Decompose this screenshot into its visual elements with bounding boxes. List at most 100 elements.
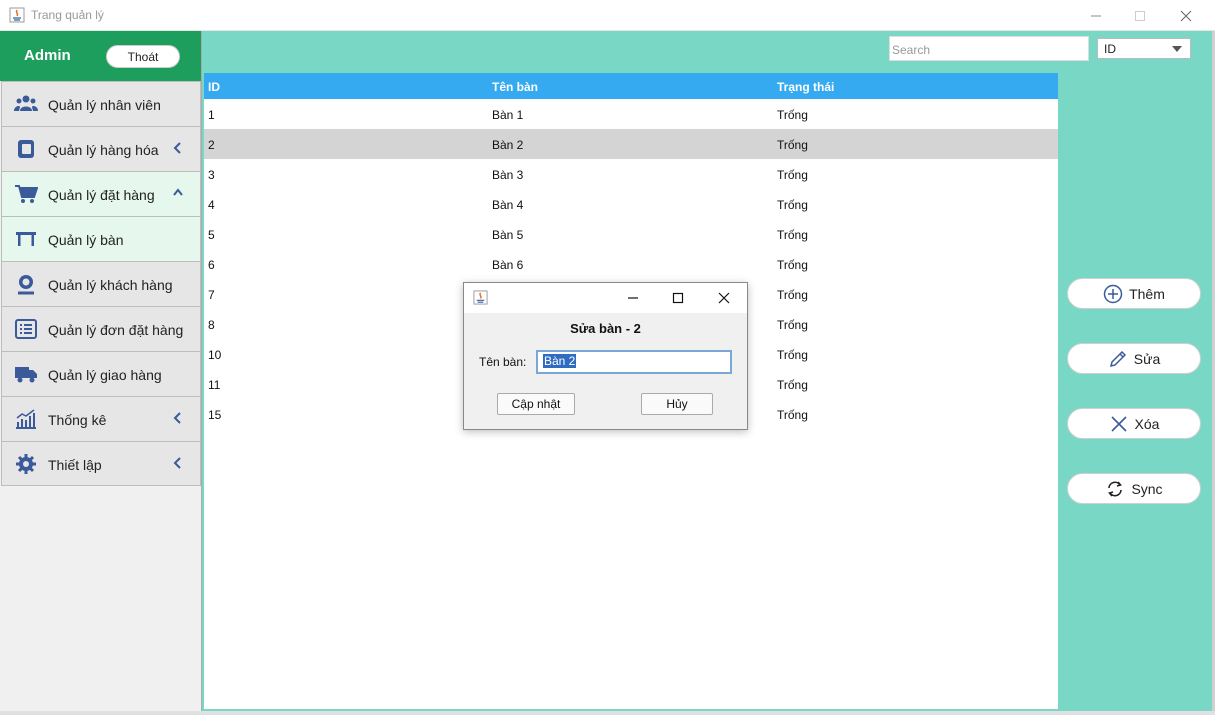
table-cell: 4 xyxy=(208,198,215,212)
maximize-button[interactable] xyxy=(1117,0,1163,31)
table-row[interactable]: 4 Bàn 4 Trống xyxy=(204,189,1058,219)
sync-button[interactable]: Sync xyxy=(1067,473,1201,504)
table-cell: Bàn 3 xyxy=(492,168,524,182)
java-app-icon xyxy=(9,7,25,23)
minimize-button[interactable] xyxy=(1073,0,1119,31)
sidebar-item-label: Quản lý bàn xyxy=(48,232,124,248)
maximize-icon xyxy=(1135,10,1145,21)
table-cell: Bàn 5 xyxy=(492,228,524,242)
sidebar: Admin Thoát Quản lý nhân viên Quản lý hà… xyxy=(0,31,202,711)
table-cell: 15 xyxy=(208,408,222,422)
table-name-input-value: Bàn 2 xyxy=(543,354,577,368)
sidebar-item-label: Thống kê xyxy=(48,412,107,428)
java-app-icon xyxy=(473,290,488,305)
maximize-icon xyxy=(672,292,684,304)
chevron-left-icon xyxy=(173,457,181,469)
table-name-input[interactable]: Bàn 2 xyxy=(536,350,732,374)
table-cell: Trống xyxy=(777,318,808,332)
filter-select-value: ID xyxy=(1104,42,1116,56)
box-icon xyxy=(18,140,34,158)
dropdown-arrow-icon xyxy=(1172,46,1182,52)
table-cell: Bàn 2 xyxy=(492,138,524,152)
dialog-minimize-button[interactable] xyxy=(610,283,656,313)
table-name-label: Tên bàn: xyxy=(479,355,527,369)
gear-icon xyxy=(16,454,36,474)
sidebar-item-order-list[interactable]: Quản lý đơn đặt hàng xyxy=(1,306,201,351)
search-input[interactable]: Search xyxy=(889,36,1089,61)
table-row[interactable]: 1 Bàn 1 Trống xyxy=(204,99,1058,129)
customer-icon xyxy=(18,275,34,295)
table-header: ID Tên bàn Trạng thái xyxy=(204,73,1058,99)
minimize-icon xyxy=(1091,15,1101,16)
sidebar-item-label: Thiết lập xyxy=(48,457,102,473)
filter-select[interactable]: ID xyxy=(1097,38,1191,59)
table-cell: 6 xyxy=(208,258,215,272)
title-bar: Trang quản lý xyxy=(0,0,1215,31)
chevron-left-icon xyxy=(173,142,181,154)
table-cell: Trống xyxy=(777,138,808,152)
column-header-name[interactable]: Tên bàn xyxy=(488,73,773,99)
dialog-maximize-button[interactable] xyxy=(655,283,701,313)
update-button[interactable]: Cập nhật xyxy=(497,393,575,415)
logout-button[interactable]: Thoát xyxy=(106,45,180,68)
sidebar-item-label: Quản lý hàng hóa xyxy=(48,142,159,158)
sidebar-header: Admin Thoát xyxy=(0,31,201,81)
users-icon xyxy=(14,95,38,111)
chevron-up-icon xyxy=(173,188,183,196)
table-cell: 10 xyxy=(208,348,222,362)
minimize-icon xyxy=(628,297,638,299)
chevron-left-icon xyxy=(173,412,181,424)
table-cell: Bàn 6 xyxy=(492,258,524,272)
edit-button[interactable]: Sửa xyxy=(1067,343,1201,374)
delete-button[interactable]: Xóa xyxy=(1067,408,1201,439)
sidebar-item-settings[interactable]: Thiết lập xyxy=(1,441,201,486)
sidebar-item-customers[interactable]: Quản lý khách hàng xyxy=(1,261,201,306)
sidebar-item-label: Quản lý giao hàng xyxy=(48,367,162,383)
sync-button-label: Sync xyxy=(1131,480,1163,497)
sidebar-item-tables[interactable]: Quản lý bàn xyxy=(1,216,201,261)
sidebar-item-employees[interactable]: Quản lý nhân viên xyxy=(1,81,201,126)
column-header-status[interactable]: Trạng thái xyxy=(773,73,1058,99)
table-cell: Trống xyxy=(777,168,808,182)
x-icon xyxy=(1110,415,1127,432)
chart-icon xyxy=(16,409,36,429)
sidebar-item-label: Quản lý khách hàng xyxy=(48,277,173,293)
user-name: Admin xyxy=(24,47,71,64)
dialog-heading: Sửa bàn - 2 xyxy=(570,321,641,336)
sidebar-item-delivery[interactable]: Quản lý giao hàng xyxy=(1,351,201,396)
table-cell: Trống xyxy=(777,408,808,422)
edit-button-label: Sửa xyxy=(1133,350,1161,367)
table-row[interactable]: 5 Bàn 5 Trống xyxy=(204,219,1058,249)
edit-table-dialog: Sửa bàn - 2 Tên bàn: Bàn 2 Cập nhật Hủy xyxy=(463,282,748,430)
table-cell: Trống xyxy=(777,198,808,212)
table-cell: 11 xyxy=(208,378,221,392)
table-row[interactable]: 3 Bàn 3 Trống xyxy=(204,159,1058,189)
add-button-label: Thêm xyxy=(1129,285,1165,302)
sidebar-item-label: Quản lý đơn đặt hàng xyxy=(48,322,184,338)
cancel-button[interactable]: Hủy xyxy=(641,393,713,415)
table-cell: Trống xyxy=(777,108,808,122)
table-cell: 2 xyxy=(208,138,215,152)
table-row[interactable]: 2 Bàn 2 Trống xyxy=(204,129,1058,159)
close-icon xyxy=(718,292,730,304)
table-icon xyxy=(16,232,36,246)
sidebar-item-statistics[interactable]: Thống kê xyxy=(1,396,201,441)
sidebar-item-label: Quản lý nhân viên xyxy=(48,97,161,113)
sidebar-item-label: Quản lý đặt hàng xyxy=(48,187,155,203)
sidebar-item-products[interactable]: Quản lý hàng hóa xyxy=(1,126,201,171)
close-button[interactable] xyxy=(1163,0,1209,31)
table-cell: 5 xyxy=(208,228,215,242)
table-cell: Trống xyxy=(777,378,808,392)
column-header-id[interactable]: ID xyxy=(204,73,488,99)
truck-icon xyxy=(15,367,37,383)
table-cell: 3 xyxy=(208,168,215,182)
add-button[interactable]: Thêm xyxy=(1067,278,1201,309)
sync-icon xyxy=(1108,480,1123,497)
table-cell: Trống xyxy=(777,228,808,242)
table-cell: Trống xyxy=(777,348,808,362)
table-row[interactable]: 6 Bàn 6 Trống xyxy=(204,249,1058,279)
dialog-close-button[interactable] xyxy=(701,283,747,313)
order-list-icon xyxy=(15,319,37,339)
plus-circle-icon xyxy=(1103,284,1123,303)
sidebar-item-orders[interactable]: Quản lý đặt hàng xyxy=(1,171,201,216)
